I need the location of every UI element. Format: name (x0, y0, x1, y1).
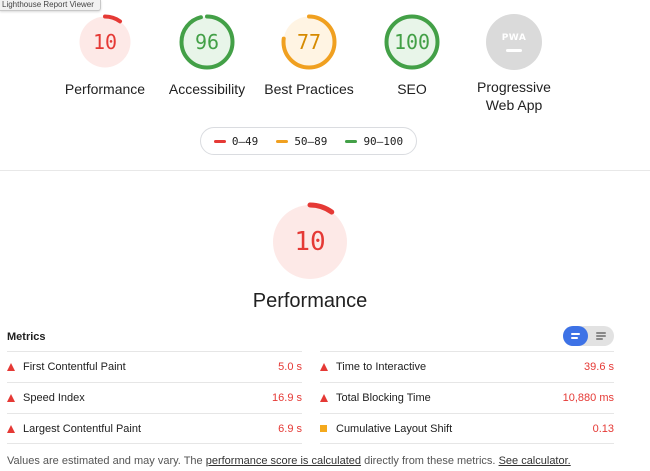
gauge-seo[interactable]: 100 SEO (367, 14, 457, 98)
metric-row-lcp[interactable]: Largest Contentful Paint 6.9 s (7, 413, 302, 444)
fail-triangle-icon (320, 394, 336, 402)
metric-name: Cumulative Layout Shift (336, 422, 453, 435)
metric-name: Largest Contentful Paint (23, 422, 142, 435)
gauge-label: Best Practices (264, 81, 354, 97)
fail-triangle-icon (7, 424, 23, 433)
gauge-score: 10 (92, 30, 118, 54)
fail-triangle-icon (7, 363, 23, 371)
legend-swatch-green (345, 139, 358, 143)
gauge-label: Progressive Web App (467, 78, 561, 114)
metric-row-cls[interactable]: Cumulative Layout Shift 0.13 (320, 413, 614, 444)
metric-name: Time to Interactive (336, 361, 427, 373)
metric-name: Total Blocking Time (336, 392, 431, 404)
gauge-label: Performance (64, 81, 146, 97)
browser-tooltip: Lighthouse Report Viewer (0, 0, 101, 11)
metric-row-fcp[interactable]: First Contentful Paint 5.0 s (7, 351, 302, 382)
gauge-performance[interactable]: 10 Performance (60, 14, 150, 98)
gauge-label-line2: Web App (485, 97, 543, 113)
metrics-view-toggle[interactable] (563, 326, 614, 346)
metric-row-tbt[interactable]: Total Blocking Time 10,880 ms (320, 382, 614, 413)
gauge-score: 96 (194, 30, 220, 54)
expanded-view-button[interactable] (588, 326, 613, 346)
metric-value: 6.9 s (278, 422, 302, 435)
metric-name: Speed Index (23, 392, 85, 404)
gauge-best-practices[interactable]: 77 Best Practices (262, 14, 356, 98)
average-square-icon (320, 425, 336, 432)
gauge-pwa[interactable]: PWA Progressive Web App (467, 14, 561, 114)
pwa-badge-text: PWA (501, 32, 527, 43)
performance-calc-link[interactable]: performance score is calculated (206, 455, 361, 467)
gauge-accessibility[interactable]: 96 Accessibility (161, 14, 253, 98)
metric-value: 5.0 s (278, 361, 302, 373)
gauge-label: Accessibility (168, 81, 246, 97)
gauge-score: 100 (393, 30, 431, 54)
metric-name: First Contentful Paint (23, 361, 126, 373)
compact-view-button[interactable] (563, 326, 588, 346)
footnote-text: directly from these metrics. (361, 455, 499, 467)
legend-label: 50–89 (294, 134, 328, 148)
performance-title: Performance (252, 290, 368, 312)
pwa-dash-icon (506, 48, 522, 52)
compact-lines-icon (571, 331, 580, 341)
performance-score: 10 (294, 227, 326, 257)
legend-label: 0–49 (231, 134, 259, 148)
legend-swatch-red (213, 139, 226, 143)
legend-swatch-orange (276, 139, 289, 143)
legend-label: 90–100 (363, 134, 404, 148)
metric-value: 16.9 s (272, 392, 302, 404)
pwa-icon: PWA (486, 14, 542, 70)
metric-row-speed-index[interactable]: Speed Index 16.9 s (7, 382, 302, 413)
gauge-label: SEO (397, 81, 427, 97)
gauge-label-line1: Progressive (477, 79, 551, 95)
performance-gauge-large: 10 (270, 202, 350, 282)
gauge-score: 77 (296, 30, 322, 54)
legend-item-pass: 90–100 (345, 135, 403, 148)
metric-value: 39.6 s (584, 361, 614, 373)
expanded-lines-icon (595, 331, 606, 341)
metrics-heading: Metrics (7, 331, 46, 343)
metric-row-tti[interactable]: Time to Interactive 39.6 s (320, 351, 614, 382)
metric-value: 0.13 (592, 422, 614, 435)
score-legend: 0–49 50–89 90–100 (200, 127, 417, 155)
see-calculator-link[interactable]: See calculator. (499, 455, 571, 467)
fail-triangle-icon (320, 363, 336, 371)
fail-triangle-icon (7, 394, 23, 402)
metrics-footnote: Values are estimated and may vary. The p… (7, 455, 571, 467)
metric-value: 10,880 ms (562, 392, 614, 404)
legend-item-fail: 0–49 (213, 134, 259, 148)
section-divider (0, 170, 650, 171)
footnote-text: Values are estimated and may vary. The (7, 455, 206, 467)
legend-item-average: 50–89 (276, 135, 327, 148)
